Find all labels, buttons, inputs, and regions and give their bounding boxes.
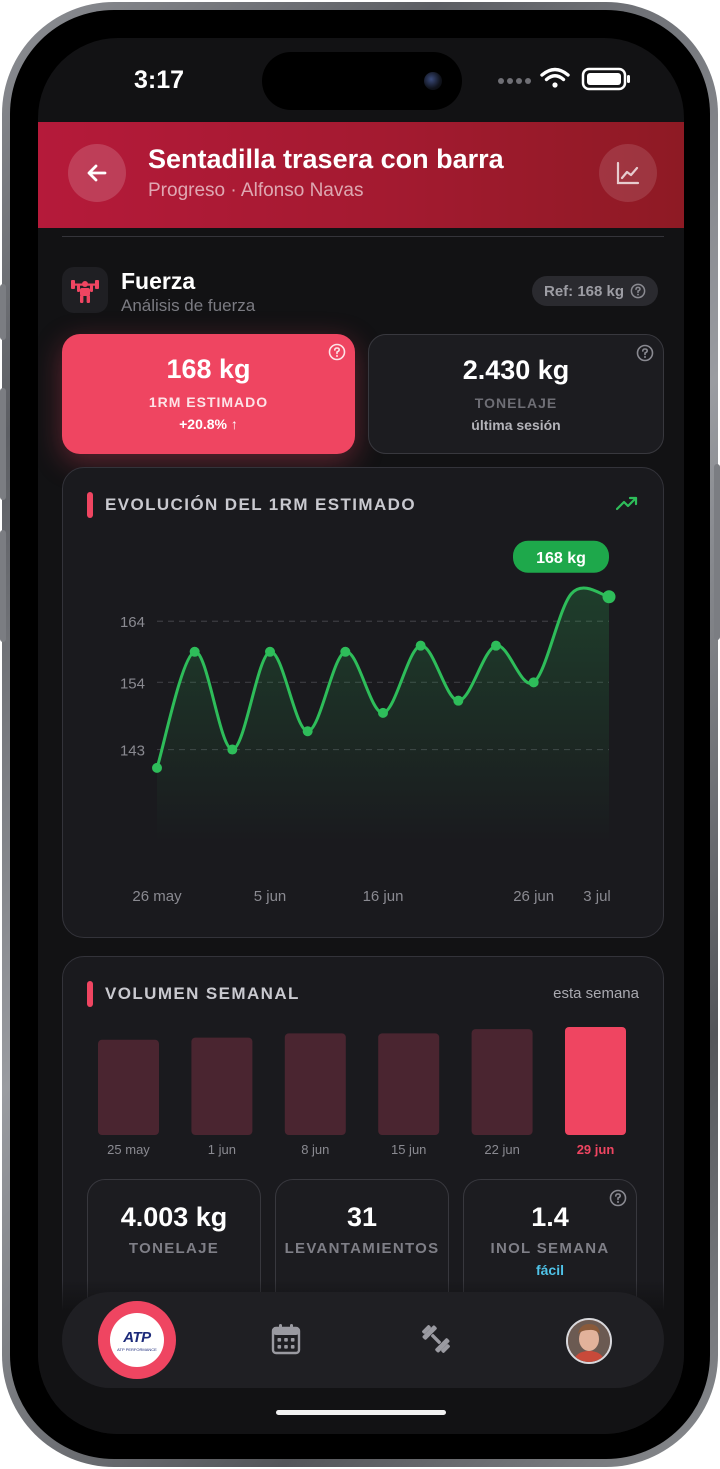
chart-button[interactable] (599, 144, 657, 202)
data-point (453, 695, 464, 706)
power-button (714, 464, 720, 640)
x-tick-label: 5 jun (254, 888, 287, 905)
back-button[interactable] (68, 144, 126, 202)
data-point (491, 640, 501, 651)
one-rm-value: 168 kg (166, 354, 251, 384)
data-point (415, 640, 426, 651)
week-label: 15 jun (391, 1142, 426, 1157)
current-week-bar (565, 1027, 626, 1135)
week-label: 8 jun (301, 1142, 329, 1157)
x-tick-label: 26 may (132, 888, 182, 905)
data-point (528, 677, 539, 688)
week-bar (378, 1033, 440, 1135)
weekly-lifts-value: 31 (346, 1202, 378, 1232)
line-chart-icon (616, 161, 640, 185)
weekly-inol-difficulty: fácil (535, 1262, 564, 1278)
evolution-chart-card: EVOLUCIÓN DEL 1RM ESTIMADO 143 154 164 26 … (62, 467, 664, 938)
one-rm-card[interactable]: 168 kg 1RM ESTIMADO +20.8% ↑ (62, 334, 355, 454)
weekly-lifts-label: LEVANTAMIENTOS (284, 1240, 440, 1257)
current-value-pill: 168 kg (513, 540, 609, 573)
one-rm-label: 1RM ESTIMADO (148, 394, 269, 410)
screen: 3:17 Sentadilla trasera con barra Progre… (38, 38, 684, 1434)
weekly-tonnage-label: TONELAJE (128, 1240, 220, 1257)
week-label: 25 may (107, 1142, 150, 1157)
dumbbell-icon[interactable] (419, 1322, 453, 1356)
help-icon (630, 283, 646, 299)
section-icon-box (62, 267, 108, 313)
x-tick-label: 26 jun (513, 888, 554, 905)
volume-up-button (0, 388, 6, 500)
weekly-volume-chart: 25 may 1 jun 8 jun 15 jun 22 jun 29 jun (98, 1027, 626, 1157)
camera-icon (424, 72, 442, 90)
avatar-image (568, 1320, 610, 1362)
exercise-subtitle: Progreso · Alfonso Navas (148, 180, 364, 201)
y-tick-label: 164 (120, 614, 145, 631)
dynamic-island (262, 52, 462, 110)
tonnage-sub: última sesión (471, 417, 561, 433)
data-point (152, 762, 162, 773)
silent-switch (0, 284, 6, 340)
y-tick-label: 154 (120, 675, 145, 692)
nav-home-button[interactable]: ATP ATP PERFORMANCE (98, 1301, 176, 1379)
status-icons (498, 67, 630, 91)
week-bar (98, 1039, 159, 1135)
battery-icon (581, 67, 630, 91)
data-point (340, 646, 351, 657)
home-indicator (276, 1410, 446, 1415)
exercise-header: Sentadilla trasera con barra Progreso · … (38, 122, 684, 228)
weekly-inol-label: INOL SEMANA (490, 1240, 610, 1257)
y-tick-label: 143 (120, 743, 145, 760)
data-point (189, 646, 200, 657)
wifi-icon (540, 67, 570, 88)
week-bar (284, 1033, 346, 1135)
signal-icon (498, 78, 531, 84)
arrow-left-icon (87, 164, 107, 182)
x-tick-label: 3 jul (583, 888, 611, 905)
week-bar (191, 1037, 253, 1135)
calendar-icon[interactable] (270, 1322, 302, 1356)
weekly-inol-value: 1.4 (531, 1202, 569, 1232)
section-title: Fuerza (121, 268, 196, 294)
data-point (265, 646, 275, 657)
header-divider (62, 236, 664, 237)
tonnage-value: 2.430 kg (462, 355, 570, 385)
data-point (378, 707, 388, 718)
current-data-point (602, 590, 616, 604)
week-label: 29 jun (577, 1142, 615, 1157)
logo-subtext: ATP PERFORMANCE (117, 1346, 157, 1352)
section-subtitle: Análisis de fuerza (121, 296, 256, 315)
volume-down-button (0, 530, 6, 642)
atp-logo: ATP ATP PERFORMANCE (110, 1313, 164, 1367)
week-label: 22 jun (484, 1142, 519, 1157)
reference-badge[interactable]: Ref: 168 kg (532, 276, 659, 306)
profile-avatar[interactable] (566, 1318, 612, 1364)
weekly-tonnage-value: 4.003 kg (120, 1202, 228, 1232)
bottom-nav: ATP ATP PERFORMANCE (62, 1292, 664, 1388)
one-rm-change: +20.8% ↑ (179, 416, 238, 432)
week-label: 1 jun (208, 1142, 236, 1157)
tonnage-card[interactable]: 2.430 kg TONELAJE última sesión (368, 334, 664, 454)
current-value-label: 168 kg (536, 550, 586, 567)
reference-label: Ref: 168 kg (544, 282, 625, 300)
weightlifter-icon (71, 280, 99, 303)
tonnage-label: TONELAJE (474, 395, 558, 411)
evolution-chart: 143 154 164 26 may 5 jun 16 jun 26 jun 3 jul 1… (120, 540, 616, 905)
exercise-title: Sentadilla trasera con barra (148, 144, 504, 174)
status-time: 3:17 (134, 66, 185, 94)
logo-text: ATP (123, 1328, 151, 1346)
data-point (302, 726, 313, 737)
week-bar (471, 1029, 533, 1135)
data-point (227, 744, 238, 755)
x-tick-label: 16 jun (363, 888, 404, 905)
